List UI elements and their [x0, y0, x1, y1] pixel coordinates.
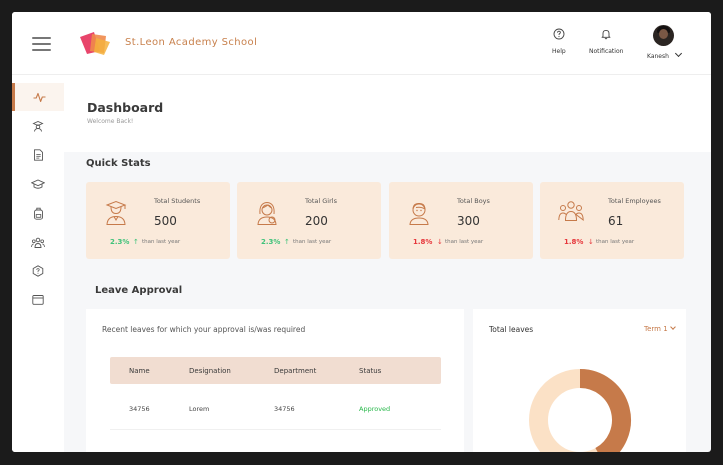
help-badge-icon: [32, 265, 44, 277]
page-title: Dashboard: [87, 100, 164, 115]
stat-value: 61: [608, 214, 624, 228]
arrow-down-icon: ↓: [588, 238, 594, 246]
calendar-icon: [32, 294, 44, 305]
stat-change: 1.8%: [564, 238, 584, 246]
table-header: Name Designation Department Status: [110, 357, 441, 384]
stat-comparison: than last year: [596, 239, 635, 245]
stat-comparison: than last year: [142, 239, 181, 245]
help-label: Help: [552, 48, 566, 55]
total-leaves-title: Total leaves: [489, 325, 534, 334]
boy-icon: [409, 202, 429, 225]
arrow-up-icon: ↑: [133, 238, 139, 246]
graduate-icon: [105, 200, 127, 225]
stat-comparison: than last year: [445, 239, 484, 245]
leave-approval-title: Leave Approval: [95, 285, 183, 296]
term-value: Term 1: [644, 325, 668, 333]
term-select[interactable]: Term 1: [644, 324, 676, 333]
column-header[interactable]: Name: [129, 367, 150, 375]
help-icon: [553, 28, 565, 40]
help-button[interactable]: Help: [552, 28, 566, 55]
sidebar-item-calendar[interactable]: [12, 285, 64, 313]
document-icon: [33, 149, 43, 161]
page-header: Dashboard Welcome Back!: [64, 75, 711, 152]
menu-icon[interactable]: [32, 37, 51, 51]
chevron-down-icon: [669, 324, 676, 330]
stat-card-students: Total Students 500 2.3% ↑ than last year: [86, 182, 230, 259]
stat-label: Total Boys: [457, 197, 490, 205]
sidebar-item-dashboard[interactable]: [12, 83, 64, 111]
chevron-down-icon: [674, 49, 682, 58]
leaves-donut-chart: [529, 369, 631, 452]
stat-value: 300: [457, 214, 480, 228]
notification-button[interactable]: Notification: [589, 28, 623, 55]
cell-designation: Lorem: [189, 405, 210, 413]
sidebar-item-groups[interactable]: [12, 228, 64, 256]
sidebar-item-documents[interactable]: [12, 141, 64, 169]
stat-card-girls: Total Girls 200 2.3% ↑ than last year: [237, 182, 381, 259]
column-header[interactable]: Status: [359, 367, 381, 375]
arrow-down-icon: ↓: [437, 238, 443, 246]
donut-segment: [579, 369, 631, 452]
page-subtitle: Welcome Back!: [87, 118, 134, 125]
backpack-icon: [33, 207, 43, 220]
stat-comparison: than last year: [293, 239, 332, 245]
column-header[interactable]: Department: [274, 367, 316, 375]
stat-value: 500: [154, 214, 177, 228]
leave-description: Recent leaves for which your approval is…: [102, 325, 306, 334]
app-window: St.Leon Academy School Help Notification…: [12, 12, 711, 452]
arrow-up-icon: ↑: [284, 238, 290, 246]
top-bar: St.Leon Academy School Help Notification…: [12, 12, 711, 75]
cell-department: 34756: [274, 405, 295, 413]
activity-icon: [33, 92, 46, 102]
avatar[interactable]: [653, 25, 674, 46]
stat-change: 1.8%: [413, 238, 433, 246]
row-divider: [110, 429, 441, 430]
table-row[interactable]: 34756 Lorem 34756 Approved: [110, 392, 441, 428]
user-menu[interactable]: Kanesh: [647, 49, 682, 60]
user-name: Kanesh: [647, 53, 669, 60]
stat-label: Total Employees: [608, 197, 661, 205]
stat-card-employees: Total Employees 61 1.8% ↓ than last year: [540, 182, 684, 259]
leave-approval-panel: Recent leaves for which your approval is…: [86, 309, 464, 452]
sidebar-item-students[interactable]: [12, 199, 64, 227]
status-badge: Approved: [359, 405, 391, 413]
bell-icon: [601, 29, 611, 40]
notification-label: Notification: [589, 48, 624, 55]
quick-stats-title: Quick Stats: [86, 158, 151, 169]
column-header[interactable]: Designation: [189, 367, 231, 375]
group-icon: [31, 237, 45, 248]
school-logo: [80, 32, 110, 55]
graduation-cap-icon: [31, 179, 45, 189]
stat-label: Total Girls: [305, 197, 337, 205]
cell-name: 34756: [129, 405, 150, 413]
teacher-icon: [32, 121, 44, 132]
stat-change: 2.3%: [261, 238, 281, 246]
employees-icon: [558, 201, 584, 222]
total-leaves-panel: Total leaves Term 1: [473, 309, 686, 452]
stat-label: Total Students: [154, 197, 201, 205]
stat-card-boys: Total Boys 300 1.8% ↓ than last year: [389, 182, 533, 259]
sidebar-item-support[interactable]: [12, 257, 64, 285]
girl-icon: [257, 201, 277, 225]
sidebar-item-courses[interactable]: [12, 170, 64, 198]
sidebar: [12, 75, 64, 452]
stat-change: 2.3%: [110, 238, 130, 246]
sidebar-item-teachers[interactable]: [12, 112, 64, 140]
stat-value: 200: [305, 214, 328, 228]
school-name: St.Leon Academy School: [125, 37, 258, 48]
